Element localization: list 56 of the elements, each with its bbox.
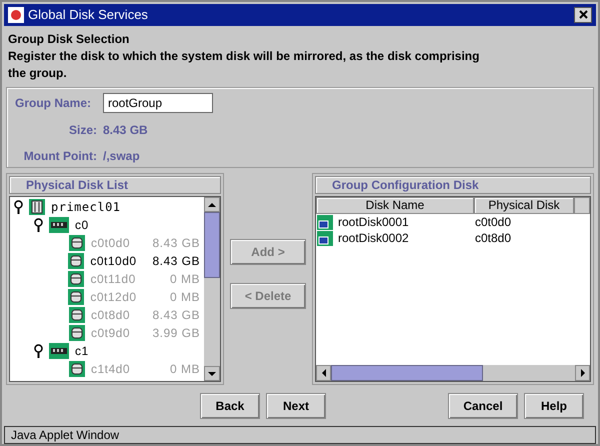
app-logo-icon bbox=[8, 6, 24, 23]
expanded-toggle-icon[interactable] bbox=[34, 218, 43, 232]
table-cell-text: rootDisk0002 bbox=[338, 230, 409, 248]
tree-item-label[interactable]: c1 bbox=[75, 342, 89, 360]
size-label: Size: bbox=[68, 122, 97, 139]
tree-item-label[interactable]: primecl01 bbox=[51, 198, 121, 216]
size-value: 8.43 GB bbox=[103, 122, 149, 139]
panel-header: Group Configuration Disk bbox=[315, 176, 591, 194]
disk-icon bbox=[69, 361, 85, 378]
column-header[interactable]: Disk Name bbox=[316, 197, 474, 214]
expanded-toggle-icon[interactable] bbox=[14, 200, 23, 214]
disk-size: 0 MB bbox=[168, 289, 200, 306]
disk-icon bbox=[68, 253, 84, 270]
table-cell-text: rootDisk0001 bbox=[338, 214, 409, 232]
disk-icon bbox=[69, 235, 85, 252]
disk-icon bbox=[69, 307, 85, 324]
left-arrow-icon bbox=[322, 369, 326, 377]
disk-size: 8.43 GB bbox=[151, 307, 200, 324]
server-icon bbox=[29, 199, 45, 216]
close-icon bbox=[578, 10, 588, 20]
disk-size: 0 MB bbox=[168, 271, 200, 288]
expanded-toggle-icon[interactable] bbox=[34, 344, 43, 358]
window-title: Global Disk Services bbox=[28, 6, 148, 24]
mount-point-label: Mount Point: bbox=[22, 148, 97, 165]
controller-card-icon bbox=[49, 343, 69, 360]
close-button[interactable] bbox=[574, 6, 592, 23]
status-bar: Java Applet Window bbox=[4, 426, 596, 444]
panel-header: Physical Disk List bbox=[9, 176, 221, 194]
disk-icon bbox=[69, 325, 85, 342]
disk-size: 8.43 GB bbox=[151, 235, 200, 252]
disk-size: 8.43 GB bbox=[151, 253, 200, 270]
disk-icon bbox=[68, 271, 84, 288]
mount-point-value: /,swap bbox=[103, 148, 141, 165]
group-name-label: Group Name: bbox=[15, 94, 92, 112]
dialog-button[interactable]: Back bbox=[200, 393, 260, 419]
column-header[interactable]: Physical Disk bbox=[474, 197, 574, 214]
disk-size: 3.99 GB bbox=[151, 325, 200, 342]
vertical-scrollbar[interactable] bbox=[204, 197, 220, 381]
disk-icon bbox=[68, 289, 84, 306]
disk-size: 0 MB bbox=[168, 361, 200, 378]
dialog-button[interactable]: Cancel bbox=[448, 393, 518, 419]
page-description: Register the disk to which the system disk will be mirrored, as the disk comprising the group. bbox=[8, 48, 480, 82]
empty-column-header bbox=[574, 197, 590, 214]
table-cell-text: c0t0d0 bbox=[474, 214, 512, 232]
down-arrow-icon bbox=[208, 372, 216, 376]
group-name-field[interactable]: rootGroup bbox=[103, 92, 213, 113]
right-arrow-icon bbox=[580, 369, 584, 377]
tree-item-label[interactable]: c0 bbox=[75, 216, 89, 234]
up-arrow-icon bbox=[208, 202, 216, 207]
table-cell-text: c0t8d0 bbox=[474, 230, 512, 248]
controller-card-icon bbox=[49, 217, 69, 234]
page-heading: Group Disk Selection bbox=[8, 30, 130, 48]
dialog-button[interactable]: Next bbox=[266, 393, 326, 419]
tree-item-label[interactable]: c0t10d0 bbox=[90, 252, 137, 270]
dialog-button[interactable]: Help bbox=[524, 393, 584, 419]
horizontal-scrollbar[interactable] bbox=[316, 365, 590, 381]
